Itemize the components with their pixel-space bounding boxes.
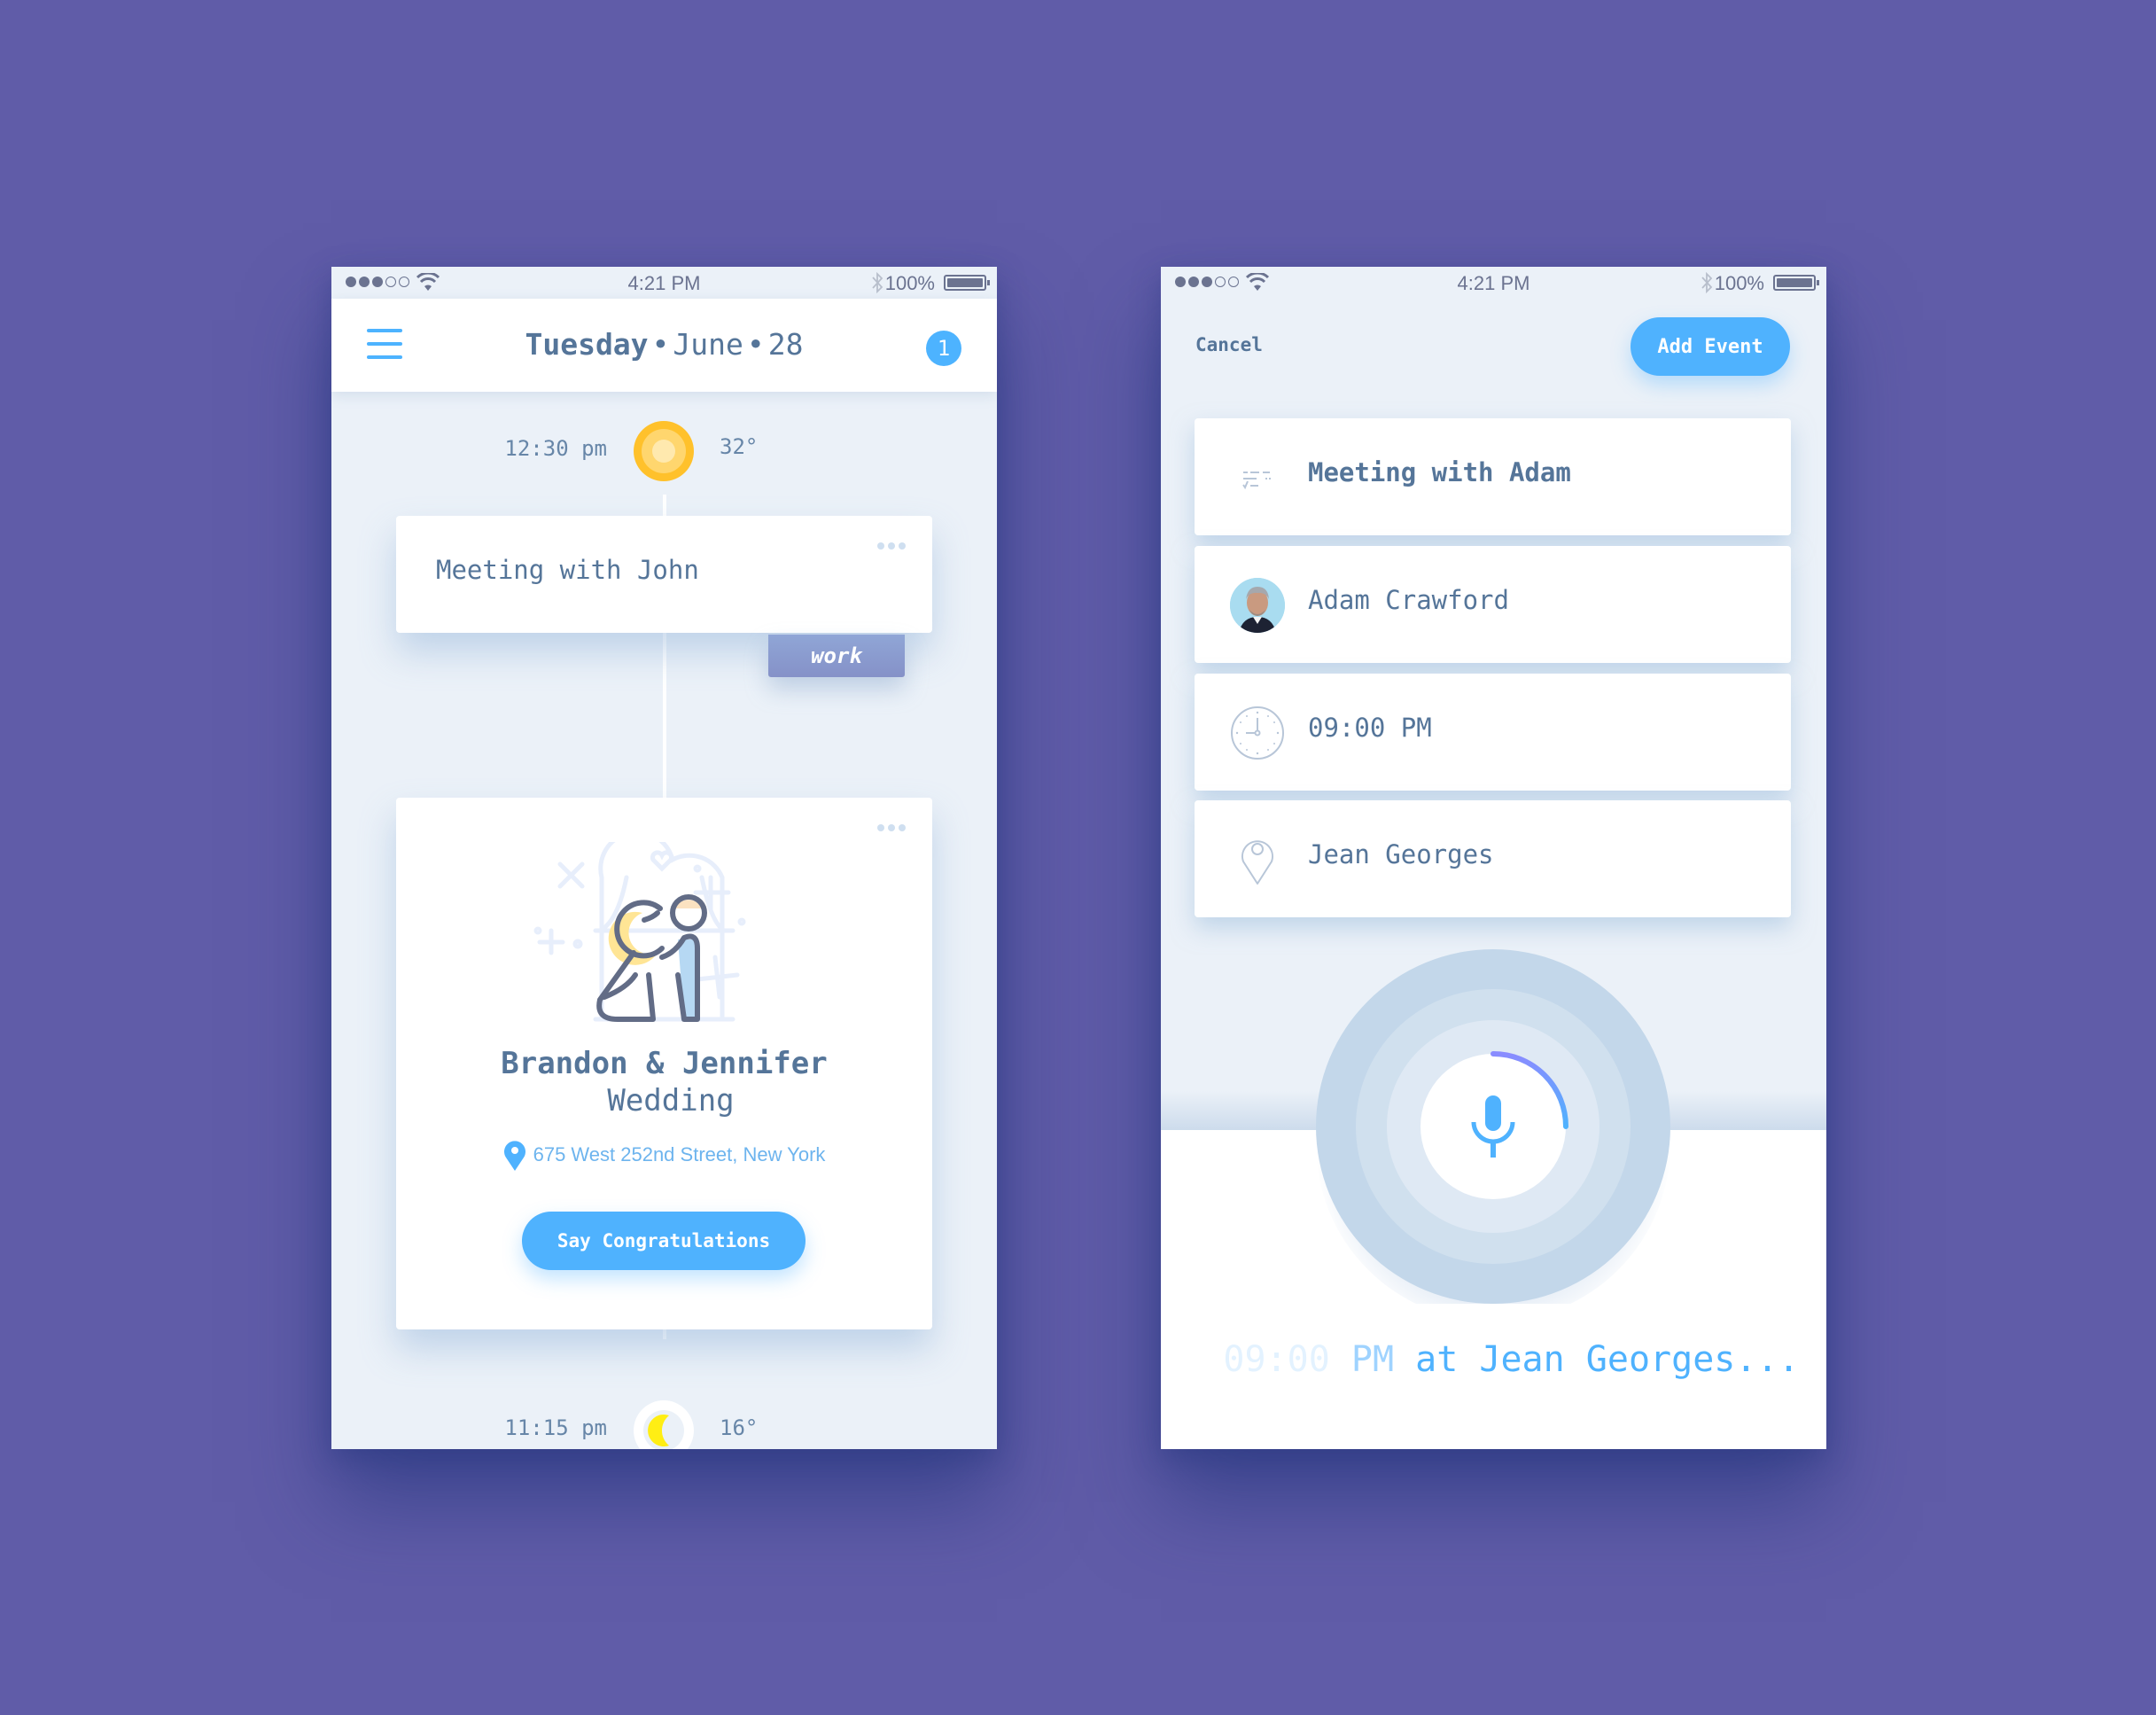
bluetooth-icon [872,271,883,294]
event-tag[interactable]: work [768,635,905,677]
attendee-name: Adam Crawford [1308,585,1509,615]
bluetooth-icon [1701,271,1713,294]
event-address[interactable]: 675 West 252nd Street, New York [396,1140,932,1172]
time-value: 09:00 PM [1308,713,1432,743]
location-field[interactable]: Jean Georges [1195,800,1791,917]
temperature: 32° [720,434,759,459]
battery-icon [944,275,990,291]
battery-icon [1773,275,1819,291]
event-title-value: Meeting with Adam [1308,457,1571,487]
wedding-couple-illustration [533,842,746,1022]
event-subtitle: Wedding [607,1083,735,1119]
battery-percentage: 100% [884,272,935,294]
status-bar: 4:21 PM 100% [331,267,997,299]
time-label: 11:15 pm [504,1415,607,1440]
say-congratulations-button[interactable]: Say Congratulations [522,1212,806,1270]
timeline-entry: 11:15 pm 16° [331,1399,997,1449]
event-title-field[interactable]: Meeting with Adam [1195,418,1791,535]
clock-icon [1231,706,1284,760]
calendar-header: Tuesday • June • 28 1 [331,299,997,392]
status-bar: 4:21 PM 100% [1161,267,1826,299]
event-title: Brandon & Jennifer [501,1046,828,1081]
location-pin-icon [503,1141,525,1171]
voice-record-button[interactable] [1316,949,1670,1304]
location-pin-icon [1241,840,1273,885]
avatar [1230,578,1285,633]
notification-badge[interactable]: 1 [926,331,961,366]
cancel-button[interactable]: Cancel [1195,334,1263,355]
day-label: Tuesday [525,327,649,362]
voice-transcript: 09:00 PM at Jean Georges... [1223,1339,1800,1380]
location-value: Jean Georges [1308,839,1494,869]
moon-icon [634,1400,694,1449]
event-card[interactable]: Meeting with John [396,516,932,633]
attendee-field[interactable]: Adam Crawford [1195,546,1791,663]
calendar-screen: 4:21 PM 100% Tuesday • June • 28 1 12:30 pm … [331,267,997,1449]
month-label: June [673,327,743,362]
date-label: 28 [767,327,804,362]
sun-icon [634,421,694,481]
add-event-screen: 4:21 PM 100% Cancel Add Event Meeting wi… [1161,267,1826,1449]
more-dots-icon[interactable] [877,824,906,831]
temperature: 16° [720,1415,759,1440]
time-label: 12:30 pm [504,436,607,461]
date-title: Tuesday • June • 28 [525,327,804,362]
timeline-entry: 12:30 pm 32° [331,420,997,482]
notes-icon [1242,472,1271,490]
battery-percentage: 100% [1714,272,1764,294]
wedding-event-card[interactable]: Brandon & Jennifer Wedding 675 West 252n… [396,798,932,1329]
more-dots-icon[interactable] [877,542,906,550]
time-field[interactable]: 09:00 PM [1195,674,1791,791]
add-event-button[interactable]: Add Event [1631,317,1790,376]
event-title: Meeting with John [436,555,699,585]
